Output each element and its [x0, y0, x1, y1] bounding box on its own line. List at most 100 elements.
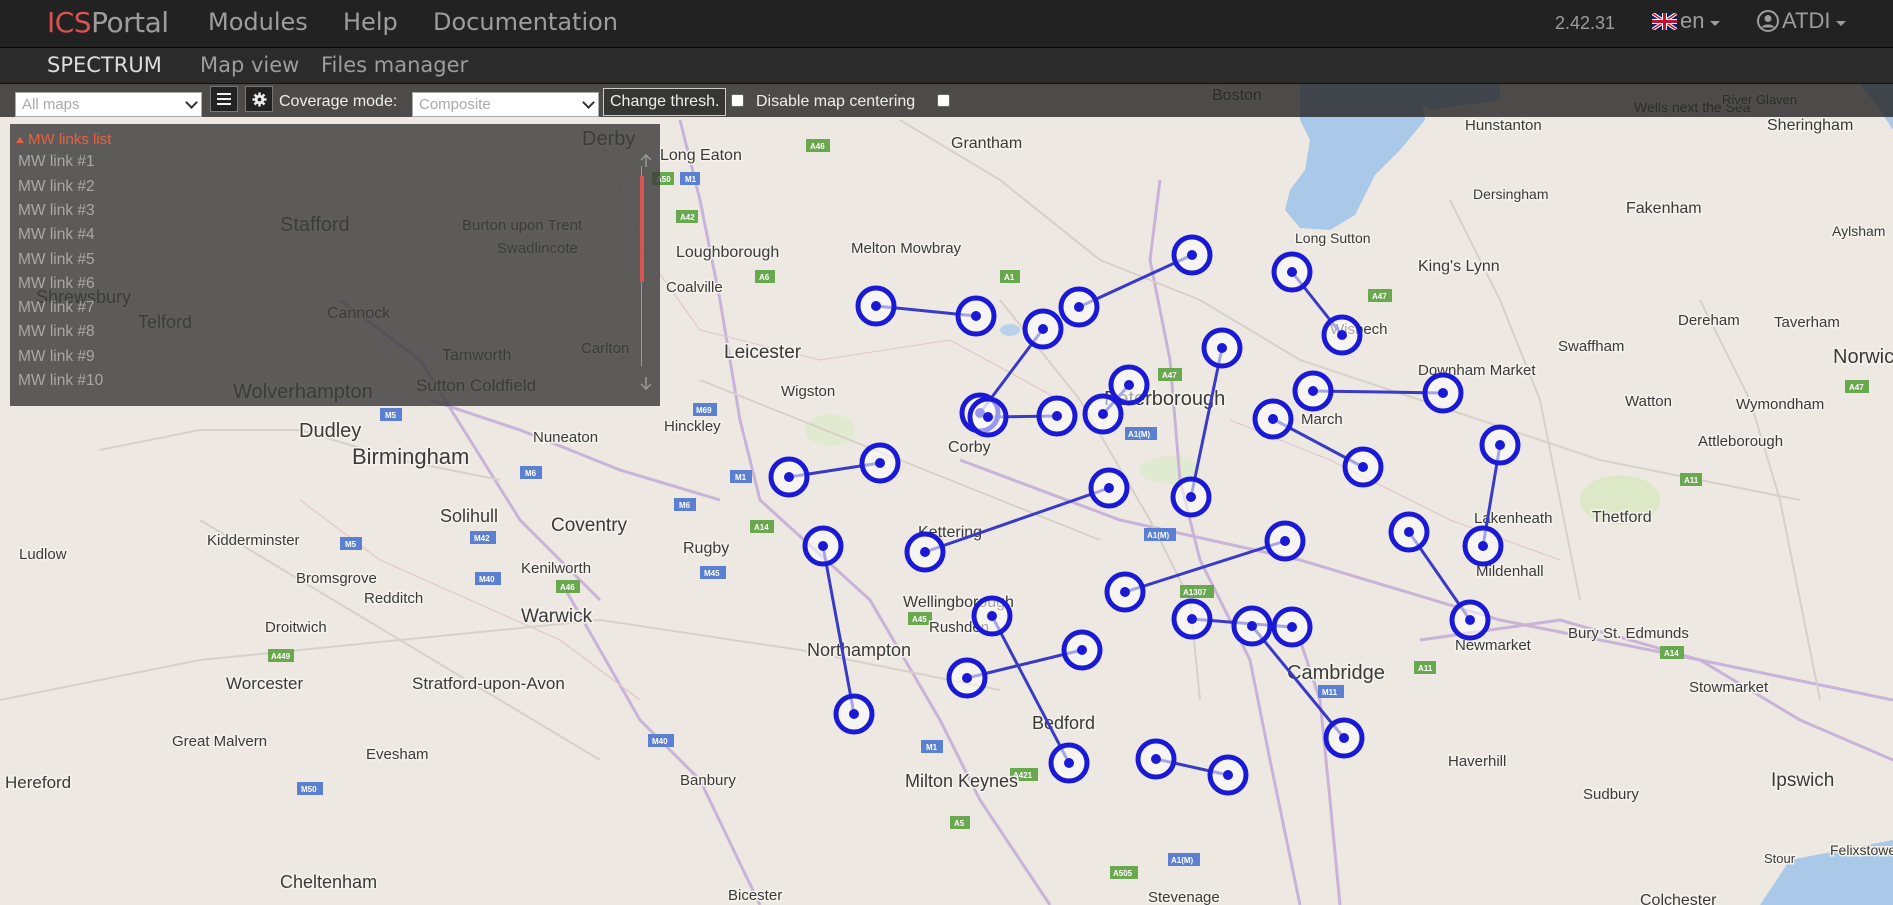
- place-label: Fakenham: [1626, 200, 1702, 217]
- mw-links-toggle[interactable]: MW links list: [16, 131, 111, 148]
- arrow-down-icon[interactable]: [640, 376, 652, 390]
- mw-links[interactable]: [768, 234, 1521, 796]
- mw-link-line[interactable]: [990, 615, 1071, 764]
- place-label: Aylsham: [1832, 223, 1885, 239]
- svg-text:A47: A47: [1372, 292, 1387, 301]
- place-label: Dersingham: [1473, 186, 1548, 202]
- mw-site-dot: [1038, 324, 1048, 334]
- place-label: March: [1301, 411, 1343, 428]
- scrollbar-thumb[interactable]: [640, 176, 644, 282]
- place-label: Stour: [1764, 851, 1796, 866]
- place-label: Cheltenham: [280, 872, 377, 892]
- place-label: Dereham: [1678, 312, 1740, 329]
- settings-button[interactable]: [245, 86, 273, 112]
- mw-link-item[interactable]: MW link #6: [18, 275, 95, 293]
- mw-site-dot: [920, 547, 930, 557]
- hamburger-icon: [217, 93, 231, 105]
- mw-site-dot: [1052, 411, 1062, 421]
- nav-modules[interactable]: Modules: [208, 8, 308, 36]
- svg-text:M40: M40: [479, 575, 495, 584]
- subnav-spectrum[interactable]: SPECTRUM: [47, 53, 162, 77]
- mw-site-dot: [1358, 462, 1368, 472]
- place-label: Felixstowe: [1830, 842, 1893, 858]
- mw-site-dot: [1074, 302, 1084, 312]
- nav-documentation[interactable]: Documentation: [433, 8, 618, 36]
- place-label: Nuneaton: [533, 429, 598, 446]
- mw-site-dot: [1438, 388, 1448, 398]
- disable-centering-checkbox[interactable]: [937, 94, 950, 107]
- change-thresh-button[interactable]: Change thresh.: [603, 88, 727, 116]
- svg-text:A42: A42: [680, 213, 695, 222]
- place-label: Thetford: [1592, 509, 1652, 526]
- mw-link-item[interactable]: MW link #1: [18, 153, 95, 171]
- mw-link-item[interactable]: MW link #5: [18, 251, 95, 269]
- mw-link-item[interactable]: MW link #7: [18, 299, 95, 317]
- svg-text:M69: M69: [696, 406, 712, 415]
- subnav-map-view[interactable]: Map view: [200, 53, 299, 77]
- mw-site-dot: [818, 541, 828, 551]
- mw-site-dot: [871, 301, 881, 311]
- mw-link-item[interactable]: MW link #2: [18, 178, 95, 196]
- mw-link-item[interactable]: MW link #10: [18, 372, 103, 390]
- svg-text:M6: M6: [525, 469, 537, 478]
- place-label: Milton Keynes: [905, 771, 1018, 791]
- gear-icon: [251, 91, 267, 107]
- mw-link-item[interactable]: MW link #3: [18, 202, 95, 220]
- brand-logo[interactable]: ICSPortal: [47, 6, 169, 39]
- svg-text:M11: M11: [1322, 688, 1338, 697]
- language-label: en: [1680, 8, 1705, 33]
- subnav-files-manager[interactable]: Files manager: [321, 53, 468, 77]
- mw-link-item[interactable]: MW link #8: [18, 323, 95, 341]
- mw-site-dot: [1465, 615, 1475, 625]
- maps-select-placeholder: All maps: [22, 96, 80, 113]
- place-label: Hereford: [5, 773, 71, 792]
- svg-text:A46: A46: [560, 583, 575, 592]
- coverage-mode-select[interactable]: Composite: [412, 92, 599, 117]
- svg-text:M1: M1: [735, 473, 747, 482]
- mw-link-line[interactable]: [1189, 347, 1224, 498]
- place-label: Attleborough: [1698, 433, 1783, 450]
- mw-link-item[interactable]: MW link #9: [18, 348, 95, 366]
- mw-site-dot: [1120, 587, 1130, 597]
- language-dropdown[interactable]: en: [1652, 8, 1721, 34]
- svg-text:A14: A14: [1664, 649, 1679, 658]
- nav-help[interactable]: Help: [343, 8, 398, 36]
- mw-site-dot: [1124, 380, 1134, 390]
- mw-site-dot: [1064, 758, 1074, 768]
- list-menu-button[interactable]: [210, 86, 238, 112]
- user-menu[interactable]: ATDI: [1757, 8, 1847, 34]
- place-label: Birmingham: [352, 444, 469, 469]
- mw-link-line[interactable]: [1124, 539, 1286, 594]
- svg-text:A505: A505: [1113, 869, 1133, 878]
- svg-text:M45: M45: [704, 569, 720, 578]
- thresh-checkbox[interactable]: [731, 94, 744, 107]
- mw-site-dot: [983, 412, 993, 422]
- mw-site-dot: [1077, 645, 1087, 655]
- mw-site-dot: [1098, 409, 1108, 419]
- chevron-down-icon: [185, 96, 198, 109]
- place-label: Bromsgrove: [296, 570, 377, 587]
- maps-select[interactable]: All maps: [15, 92, 202, 117]
- place-label: Colchester: [1640, 892, 1717, 905]
- mw-site-dot: [987, 611, 997, 621]
- svg-text:A449: A449: [271, 652, 291, 661]
- mw-site-dot: [962, 673, 972, 683]
- svg-text:A1307: A1307: [1183, 588, 1207, 597]
- place-label: Redditch: [364, 590, 423, 607]
- place-label: Bedford: [1032, 713, 1095, 733]
- mw-links-title: MW links list: [28, 131, 112, 148]
- mw-link-line[interactable]: [924, 486, 1110, 554]
- place-label: Norwich: [1833, 346, 1893, 368]
- place-label: Watton: [1625, 393, 1672, 410]
- chevron-down-icon: [582, 96, 595, 109]
- caret-up-icon: [16, 137, 24, 143]
- place-label: Melton Mowbray: [851, 240, 962, 257]
- user-name: ATDI: [1782, 8, 1831, 33]
- place-label: Cambridge: [1287, 662, 1385, 684]
- mw-link-item[interactable]: MW link #4: [18, 226, 95, 244]
- coverage-mode-value: Composite: [419, 96, 491, 113]
- place-label: Sudbury: [1583, 786, 1639, 803]
- mw-site-dot: [1223, 770, 1233, 780]
- place-label: Long Sutton: [1295, 230, 1371, 246]
- mw-site-dot: [784, 472, 794, 482]
